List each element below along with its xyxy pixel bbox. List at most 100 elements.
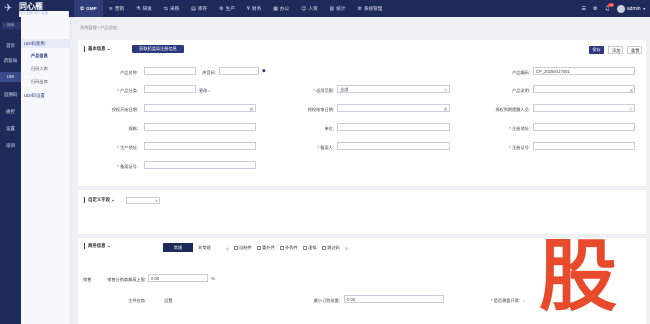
notification-bell-icon[interactable]: ♫ 10 [605,3,614,12]
sidebar-item-settings[interactable]: 设置 [0,125,21,133]
top-bar: ✈ 同心雁 设计·创新·生产·发展 ✿ GMP ≋ 营销 ⚗ 研发 ⇆ 采购 ▤ 库存 ⚙ 生产 ¥ 财务… [0,0,650,318]
prod-address-input[interactable] [144,142,256,150]
record-no-input[interactable] [144,161,256,169]
subnav-group-udi-settings[interactable]: UDI码设置 [24,93,45,99]
sidebar-item-qc[interactable]: 质控 [0,108,21,116]
min-order-input[interactable]: 0.00 [344,295,444,303]
settings-icon[interactable]: ⚙ [593,6,597,12]
calendar-icon: ▦ [249,106,254,111]
spec-input[interactable] [144,123,256,131]
nav-5-icon: ⚙ [219,5,224,12]
sidebar-item-trace[interactable]: 追溯码 [0,91,21,99]
max-price-input[interactable]: 0.00 [148,274,208,282]
nav-item-5[interactable]: ⚙ 生产 [213,0,241,17]
search-placeholder: 搜索 [7,23,15,27]
nav-item-3[interactable]: ⇆ 采购 [158,0,185,17]
item-type-checkbox-1[interactable]: 委外件 [256,245,275,251]
scope-value: 全部 [340,87,349,92]
main-supplier-value: 设置 [164,298,173,303]
unit-label: 单位: [324,126,334,131]
category-change-link[interactable]: 更改 ○ [199,88,211,94]
scope-label: * 适用范围: [313,88,334,93]
business-info-title[interactable]: 商务信息 ⌄ [84,243,111,249]
category-label: * 产品分类: [117,88,138,93]
nav-item-10[interactable]: ⚙ 系统管理 [351,0,388,17]
watermark-glyph: 股 [539,233,617,313]
invoice-radio[interactable]: ○ [523,298,525,303]
nav-item-8[interactable]: ☺ 人资 [295,0,323,17]
description-label: 产品说明: [512,88,530,93]
nav-label: 库存 [197,5,208,11]
sub-nav: UDI码使用 产品信息 扫码入库 扫码出库 UDI码设置 [21,17,71,324]
nav-item-1[interactable]: ≋ 营销 [103,0,130,17]
percent-label: % [211,276,215,281]
basic-info-panel: 基本信息 ⌄ 获取药监局注册信息 保存 添加 重置 产品名称: 拼音码: ⬢ 产… [78,40,646,186]
pinyin-input[interactable] [219,67,259,75]
sidebar-search[interactable]: ⌕ 搜索 [2,22,21,29]
nav-10-icon: ⚙ [357,5,362,12]
shield-icon[interactable]: ⬢ [262,68,266,73]
save-button[interactable]: 保存 [589,46,604,54]
item-type-checkbox-3[interactable]: 虚拟 [302,245,317,251]
product-code-input[interactable]: CP_20250417001 [533,67,635,75]
subnav-group-udi-use[interactable]: UDI码使用 [21,39,71,48]
start-date-input[interactable]: ▦ [144,104,256,112]
custom-fields-title[interactable]: 自定义字段 ⌄ [84,197,115,203]
checkbox-label: 自制件 [239,245,252,250]
nav-item-4[interactable]: ▤ 库存 [185,0,213,17]
sidebar-item-training[interactable]: 培训 [0,142,21,150]
end-date-input[interactable]: ▦ [337,104,450,112]
sidebar-item-home[interactable]: 首页 [0,42,21,50]
nav-item-7[interactable]: ▦ 办公 [267,0,295,17]
scope-select[interactable]: 全部 ◎ [337,85,450,93]
item-type-checkbox-0[interactable]: 自制件 [233,245,252,251]
product-name-input[interactable] [144,67,196,75]
item-type-checkbox-4[interactable]: 跳过码 [321,245,340,251]
info-icon: ◎ [226,245,230,251]
subnav-item-scan-out[interactable]: 扫码出库 [31,79,48,85]
reset-button[interactable]: 重置 [627,46,642,54]
product-name-label: 产品名称: [120,70,138,75]
nav-item-0[interactable]: ✿ GMP [74,0,103,17]
tab-irregular[interactable]: 非常规 [193,243,216,252]
tab-regular[interactable]: 常规 [163,243,193,252]
chevron-down-icon: ⌄ [106,243,111,248]
nav-item-2[interactable]: ⚗ 研发 [130,0,158,17]
nav-item-6[interactable]: ¥ 财务 [241,0,267,17]
add-button[interactable]: 添加 [608,46,623,54]
custom-field-select[interactable]: ▼ [126,197,160,204]
basic-info-title[interactable]: 基本信息 ⌄ [84,46,111,52]
checkbox-box [321,246,326,250]
auth-person-select[interactable]: ◎ [533,104,635,112]
search-icon: ⌕ [4,23,7,27]
reg-address-label: * 注册地址: [509,126,530,131]
nav-6-icon: ¥ [246,5,250,12]
nav-item-9[interactable]: ▥ 统计 [324,0,352,17]
fetch-registration-button[interactable]: 获取药监局注册信息 [132,45,184,53]
reg-address-input[interactable] [533,123,635,131]
chevron-down-icon: ▼ [155,199,158,203]
app-logo[interactable]: ✈ 同心雁 设计·创新·生产·发展 [4,2,72,318]
nav-4-icon: ▤ [191,5,196,12]
description-input[interactable]: ◢ [533,85,635,93]
checkbox-label: 外购件 [285,245,298,250]
chevron-down-icon: ▼ [642,6,646,11]
nav-label: GMP [86,6,97,11]
subnav-item-product-info[interactable]: 产品信息 [31,53,48,59]
auth-person-label: 授权到期提醒人员: [495,107,530,112]
unit-input[interactable] [337,123,450,131]
reg-cert-label: * 注册证号: [509,145,530,150]
sidebar-item-udi[interactable]: UDI [0,72,21,82]
subnav-item-scan-in[interactable]: 扫码入库 [31,66,48,72]
checkbox-box [302,246,307,250]
item-type-checkbox-2[interactable]: 外购件 [279,245,298,251]
nav-label: 统计 [336,5,346,11]
user-menu[interactable]: admin ▼ [616,4,646,13]
registrant-input[interactable] [337,142,450,150]
nav-1-icon: ≋ [108,5,113,12]
sidebar-item-fda[interactable]: 药监局 [0,57,21,65]
menu-icon[interactable]: ☰ [582,6,586,12]
category-input[interactable] [144,85,196,93]
reg-cert-input[interactable] [533,142,635,150]
nav-label: 营销 [114,5,125,11]
